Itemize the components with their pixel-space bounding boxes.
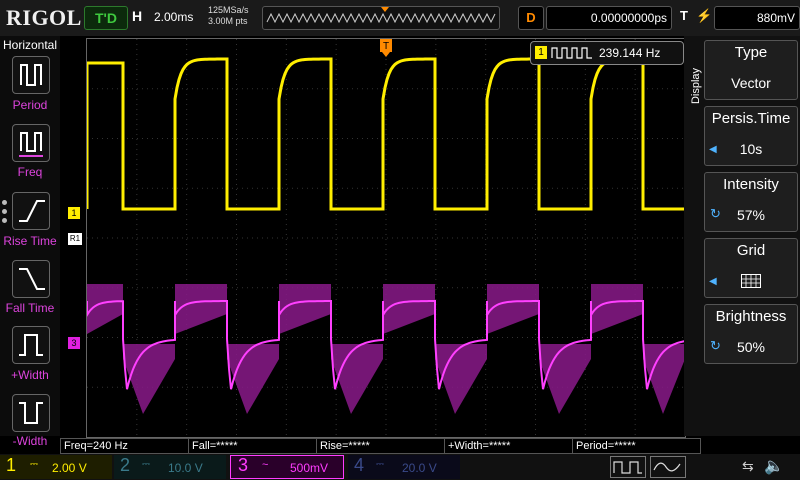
ch1-scale: 2.00 V (52, 461, 87, 475)
neg-width-icon (19, 402, 43, 424)
waveform-display[interactable]: T 1 239.144 Hz (86, 38, 686, 438)
grid-lines (87, 39, 685, 437)
measurement-pos-width: +Width=***** (444, 438, 573, 454)
type-value: Vector (731, 75, 771, 91)
horizontal-label: H (132, 8, 143, 24)
ch4-number: 4 (354, 455, 365, 475)
ch3-number: 3 (238, 455, 249, 475)
memory-depth: 3.00M pts (208, 16, 248, 26)
freq-label: Freq (17, 165, 43, 179)
ref1-offset-marker[interactable]: R1 (68, 233, 82, 245)
ac-coupling-icon: ~ (262, 459, 269, 471)
digital-channel-icon[interactable] (610, 456, 646, 478)
grid-icon (741, 274, 761, 288)
ch4-scale: 20.0 V (402, 461, 437, 475)
rise-time-label: Rise Time (3, 234, 57, 248)
brightness-value: 50% (736, 339, 766, 355)
fall-time-label: Fall Time (5, 301, 55, 315)
neg-width-label: -Width (12, 434, 48, 448)
intensity-softkey[interactable]: Intensity ↻ 57% (704, 172, 798, 232)
measurement-period: Period=***** (572, 438, 701, 454)
freq-icon (19, 132, 43, 157)
fall-time-icon (19, 268, 45, 290)
acquisition-info: 125MSa/s 3.00M pts (208, 5, 249, 27)
neg-width-button[interactable] (12, 394, 50, 432)
ch3-scale: 500mV (290, 461, 329, 475)
ch3-offset-marker[interactable]: 3 (68, 337, 80, 349)
dc-coupling-icon: ⎓ (142, 459, 150, 470)
sample-rate: 125MSa/s (208, 5, 249, 15)
square-wave-icon (551, 47, 592, 59)
math-channel-icon[interactable] (650, 456, 686, 478)
trigger-time-marker: T (379, 39, 393, 62)
waveform-overview[interactable] (262, 6, 500, 30)
period-icon (20, 64, 42, 86)
period-button[interactable] (12, 56, 50, 94)
svg-text:T: T (383, 41, 389, 52)
counter-value: 239.144 Hz (599, 46, 661, 60)
frequency-counter: 1 239.144 Hz (530, 41, 684, 65)
intensity-title: Intensity (723, 176, 779, 193)
speaker-mute-icon: 🔈 (764, 458, 784, 475)
run-state-badge[interactable]: T'D (84, 6, 128, 30)
period-label: Period (12, 98, 48, 112)
rise-time-button[interactable] (12, 192, 50, 230)
dc-coupling-icon: ⎓ (30, 459, 38, 470)
grid-title: Grid (736, 242, 766, 259)
ch2-scale: 10.0 V (168, 461, 203, 475)
brand-logo: RIGOL (6, 5, 82, 30)
timebase-value[interactable]: 2.00ms (154, 10, 193, 24)
delay-value[interactable]: 0.00000000ps (546, 6, 672, 30)
type-title: Type (734, 44, 768, 61)
persistence-time-value: 10s (739, 141, 763, 157)
menu-title: Horizontal (2, 38, 58, 52)
measurement-rise: Rise=***** (316, 438, 445, 454)
pos-width-label: +Width (11, 368, 49, 382)
rising-edge-icon: ⚡ (696, 8, 713, 23)
persistence-time-title: Persis.Time (711, 110, 791, 127)
trigger-label: T (680, 8, 688, 23)
dc-coupling-icon: ⎓ (376, 459, 384, 470)
persistence-time-softkey[interactable]: Persis.Time ◀ 10s (704, 106, 798, 166)
type-softkey[interactable]: Type Vector (704, 40, 798, 100)
fall-time-button[interactable] (12, 260, 50, 298)
menu-tab-display: Display (690, 67, 702, 105)
rise-time-icon (19, 200, 45, 222)
trigger-level[interactable]: 880mV (714, 6, 800, 30)
usb-icon: ⇆ (742, 458, 754, 474)
page-indicator (2, 200, 10, 223)
pos-width-button[interactable] (12, 326, 50, 364)
overview-waveform-icon (266, 7, 496, 24)
ch2-number: 2 (120, 455, 131, 475)
brightness-title: Brightness (715, 308, 787, 325)
ch1-offset-marker[interactable]: 1 (68, 207, 80, 219)
pos-width-icon (19, 334, 43, 356)
counter-ch-badge: 1 (535, 46, 547, 59)
measurement-fall: Fall=***** (188, 438, 317, 454)
delay-label: D (518, 6, 544, 30)
ch1-number: 1 (6, 455, 17, 475)
left-arrow-icon: ◀ (709, 276, 717, 287)
grid-softkey[interactable]: Grid ◀ (704, 238, 798, 298)
intensity-value: 57% (736, 207, 766, 223)
freq-button[interactable] (12, 124, 50, 162)
brightness-softkey[interactable]: Brightness ↻ 50% (704, 304, 798, 364)
trigger-position-icon (381, 7, 389, 12)
measurement-freq: Freq=240 Hz (60, 438, 189, 454)
